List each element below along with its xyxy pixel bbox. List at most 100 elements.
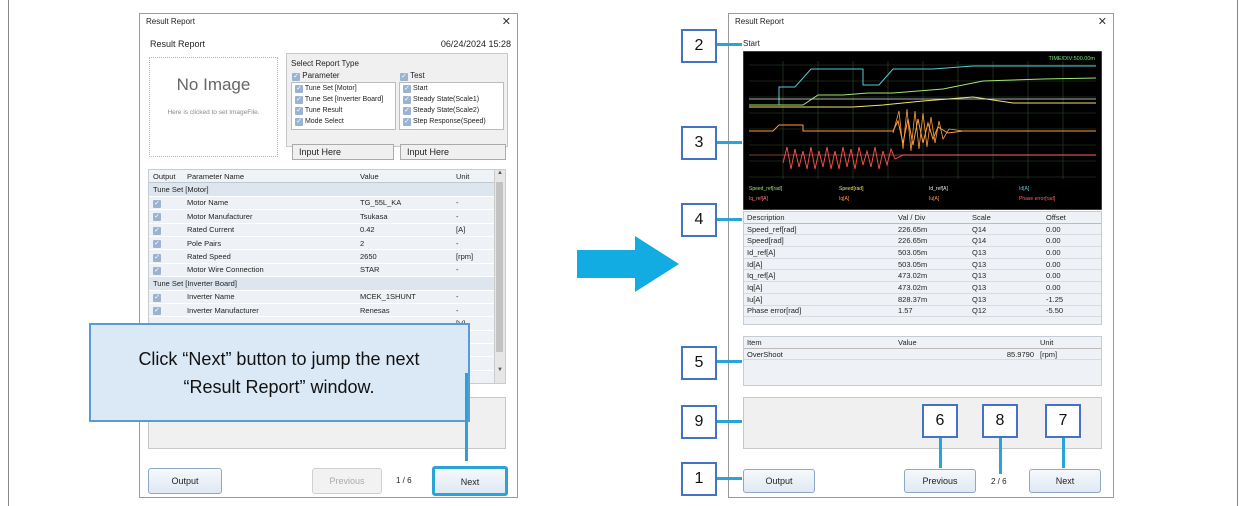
image-placeholder-hint: Here is clicked to set ImageFile. — [167, 109, 260, 116]
previous-button[interactable]: Previous — [904, 469, 976, 493]
callout-line-9 — [717, 420, 742, 423]
legend-label: Iq_ref[A] — [749, 196, 769, 202]
callout-connector — [465, 373, 468, 461]
parameter-list[interactable]: ✓ Tune Set [Motor] ✓ Tune Set [Inverter … — [291, 82, 396, 130]
table-row[interactable]: ✓ Inverter Manufacturer Renesas - — [149, 303, 505, 318]
output-button[interactable]: Output — [743, 469, 815, 493]
test-list[interactable]: ✓ Start ✓ Steady State(Scale1) ✓ Steady … — [399, 82, 504, 130]
table-row: Phase error[rad] 1.57 Q12 -5.50 — [744, 305, 1101, 318]
callout-number-5: 5 — [681, 346, 717, 380]
callout-number-1: 1 — [681, 462, 717, 496]
result-table: Item Value Unit OverShoot 85.9790 [rpm] — [744, 337, 1101, 361]
left-result-report-window: Result Report ✕ Result Report 06/24/2024… — [139, 13, 518, 498]
callout-line-8 — [999, 438, 1002, 474]
list-item[interactable]: ✓ Mode Select — [292, 116, 395, 127]
table-header: Item Value Unit — [744, 337, 1101, 349]
table-row: Speed[rad] 226.65m Q14 0.00 — [744, 234, 1101, 248]
callout-number-3: 3 — [681, 126, 717, 160]
table-group-row: Tune Set [Motor] — [149, 182, 505, 197]
checkbox-icon[interactable]: ✓ — [400, 73, 408, 81]
parameter-header[interactable]: ✓ Parameter — [292, 71, 340, 81]
image-placeholder[interactable]: No Image Here is clicked to set ImageFil… — [149, 57, 278, 157]
list-item[interactable]: ✓ Step Response(Speed) — [400, 116, 503, 127]
list-item[interactable]: ✓ Tune Set [Inverter Board] — [292, 94, 395, 105]
scale-table-container: Description Val / Div Scale Offset Speed… — [743, 211, 1102, 325]
table-row[interactable]: ✓ Inverter Name MCEK_1SHUNT - — [149, 290, 505, 304]
checkbox-icon[interactable]: ✓ — [292, 73, 300, 81]
table-group-row: Tune Set [Inverter Board] — [149, 276, 505, 291]
table-row: Iq_ref[A] 473.02m Q13 0.00 — [744, 269, 1101, 283]
table-row[interactable]: ✓ Rated Speed 2650 [rpm] — [149, 249, 505, 264]
checkbox-icon[interactable]: ✓ — [295, 96, 303, 104]
table-row: Iu[A] 828.37m Q13 -1.25 — [744, 293, 1101, 306]
close-icon[interactable]: ✕ — [1098, 15, 1107, 28]
callout-line-5 — [717, 360, 742, 363]
input-field-1[interactable]: Input Here — [292, 144, 394, 160]
checkbox-icon[interactable]: ✓ — [153, 307, 161, 316]
callout-number-9: 9 — [681, 405, 717, 439]
legend-label: Id_ref[A] — [929, 186, 949, 192]
callout-line-4 — [717, 218, 742, 221]
callout-number-4: 4 — [681, 203, 717, 237]
test-header[interactable]: ✓ Test — [400, 71, 425, 81]
table-row[interactable]: ✓ Rated Current 0.42 [A] — [149, 223, 505, 237]
checkbox-icon[interactable]: ✓ — [295, 107, 303, 115]
scroll-up-icon[interactable]: ▲ — [495, 170, 505, 176]
list-item[interactable]: ✓ Steady State(Scale2) — [400, 105, 503, 116]
arrow-right-icon — [577, 236, 679, 292]
table-row[interactable]: ✓ Motor Wire Connection STAR - — [149, 263, 505, 278]
legend-label: Phase error[rad] — [1019, 196, 1056, 202]
checkbox-icon[interactable]: ✓ — [153, 293, 161, 302]
scroll-down-icon[interactable]: ▼ — [495, 367, 505, 373]
callout-line-2 — [717, 43, 742, 46]
checkbox-icon[interactable]: ✓ — [403, 107, 411, 115]
table-row: Speed_ref[rad] 226.65m Q14 0.00 — [744, 223, 1101, 236]
select-report-type-panel: Select Report Type ✓ Parameter ✓ Test ✓ … — [286, 53, 508, 147]
page-indicator: 2 / 6 — [991, 477, 1007, 486]
test-name-label: Start — [743, 39, 760, 48]
checkbox-icon[interactable]: ✓ — [153, 240, 161, 249]
callout-line-1 — [717, 477, 742, 480]
checkbox-icon[interactable]: ✓ — [403, 118, 411, 126]
time-div-label: TIME/DIV:500.00m — [1048, 56, 1095, 62]
legend-label: Speed[rad] — [839, 186, 864, 192]
checkbox-icon[interactable]: ✓ — [153, 213, 161, 222]
table-row: Id[A] 503.05m Q13 0.00 — [744, 258, 1101, 271]
legend-label: Iu[A] — [929, 196, 940, 202]
list-item[interactable]: ✓ Steady State(Scale1) — [400, 94, 503, 105]
table-row[interactable]: ✓ Pole Pairs 2- — [149, 236, 505, 251]
report-heading: Result Report — [150, 39, 206, 49]
list-item[interactable]: ✓ Start — [400, 83, 503, 94]
window-title: Result Report — [146, 17, 195, 26]
checkbox-icon[interactable]: ✓ — [403, 96, 411, 104]
checkbox-icon[interactable]: ✓ — [153, 253, 161, 262]
callout-line-7 — [1062, 438, 1065, 468]
checkbox-icon[interactable]: ✓ — [153, 226, 161, 235]
close-icon[interactable]: ✕ — [502, 15, 511, 28]
vertical-scrollbar[interactable]: ▲ ▼ — [494, 170, 505, 383]
list-item[interactable]: ✓ Tune Result — [292, 105, 395, 116]
next-button[interactable]: Next — [1029, 469, 1101, 493]
checkbox-icon[interactable]: ✓ — [295, 85, 303, 93]
output-button[interactable]: Output — [148, 468, 222, 494]
list-item[interactable]: ✓ Tune Set [Motor] — [292, 83, 395, 94]
callout-line-6 — [939, 438, 942, 468]
image-placeholder-title: No Image — [176, 75, 251, 94]
checkbox-icon[interactable]: ✓ — [153, 199, 161, 208]
table-row[interactable]: ✓ Motor Name TG_55L_KA - — [149, 196, 505, 211]
callout-number-7: 7 — [1045, 404, 1081, 438]
checkbox-icon[interactable]: ✓ — [295, 118, 303, 126]
report-date: 06/24/2024 15:28 — [440, 39, 511, 49]
select-report-type-label: Select Report Type — [291, 59, 359, 68]
table-row[interactable]: ✓ Motor Manufacturer Tsukasa - — [149, 209, 505, 224]
table-row: Iq[A] 473.02m Q13 0.00 — [744, 281, 1101, 294]
instruction-callout: Click “Next” button to jump the next “Re… — [89, 323, 470, 422]
next-button[interactable]: Next — [432, 466, 508, 496]
checkbox-icon[interactable]: ✓ — [153, 266, 161, 275]
callout-number-6: 6 — [922, 404, 958, 438]
scrollbar-thumb[interactable] — [496, 182, 503, 352]
input-field-2[interactable]: Input Here — [400, 144, 506, 160]
checkbox-icon[interactable]: ✓ — [403, 85, 411, 93]
previous-button[interactable]: Previous — [312, 468, 382, 494]
callout-line-3 — [717, 141, 742, 144]
